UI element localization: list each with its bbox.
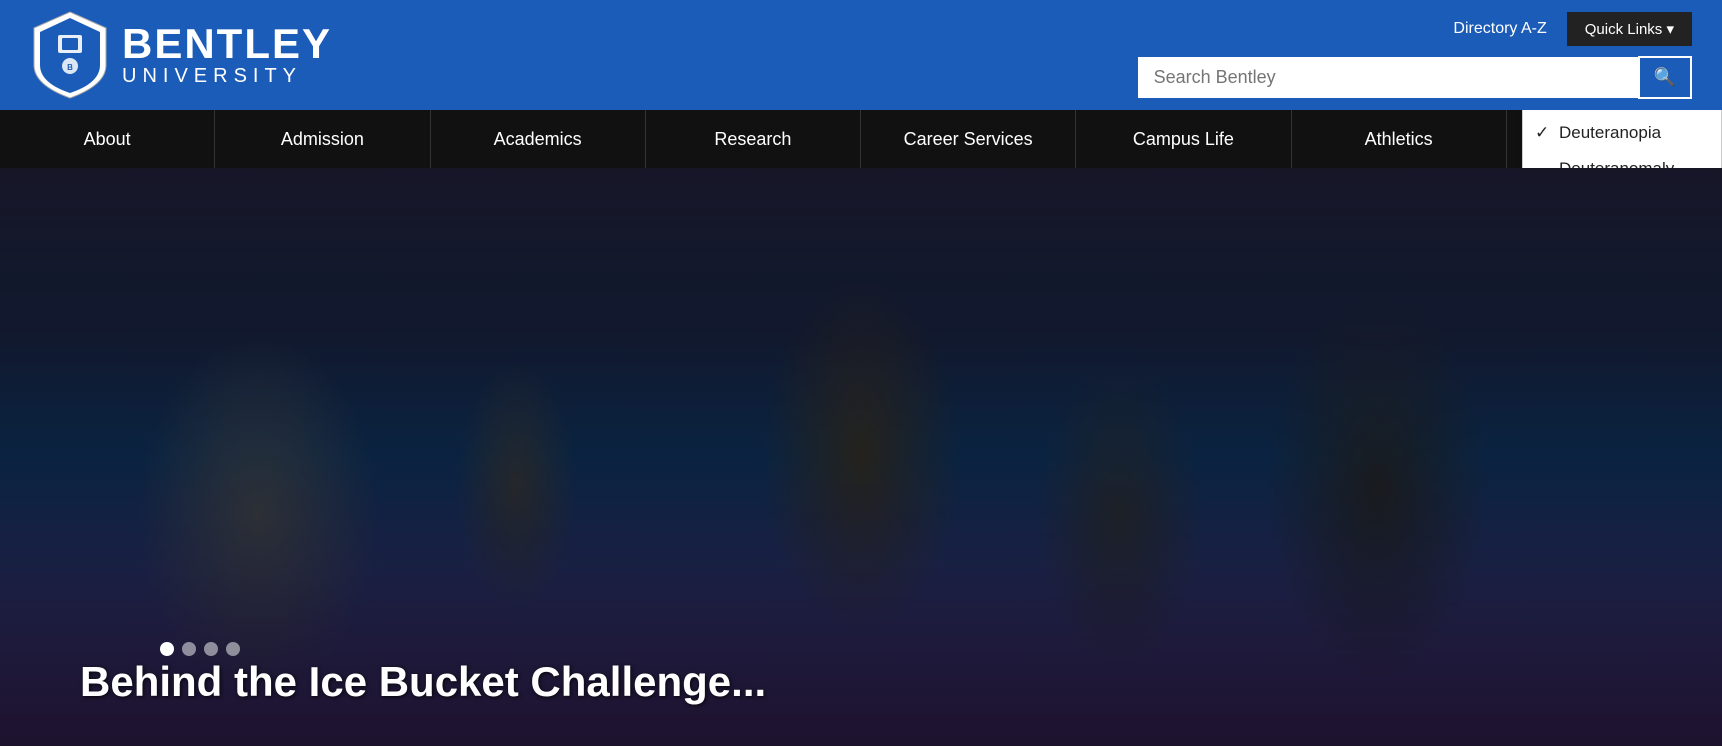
nav-item-campus-life[interactable]: Campus Life: [1076, 110, 1291, 168]
top-links: Directory A-Z Quick Links ▾: [1453, 12, 1692, 46]
university-name: BENTLEY UNIVERSITY: [122, 23, 332, 88]
nav-item-about[interactable]: About: [0, 110, 215, 168]
nav-item-research[interactable]: Research: [646, 110, 861, 168]
bentley-shield-logo: B: [30, 10, 110, 100]
search-button[interactable]: 🔍: [1638, 56, 1692, 99]
slide-indicators: [160, 642, 240, 656]
hero-title: Behind the Ice Bucket Challenge...: [80, 658, 766, 706]
accessibility-option-deuteranopia[interactable]: Deuteranopia: [1523, 115, 1721, 151]
hero-section: Behind the Ice Bucket Challenge...: [0, 168, 1722, 746]
search-area: 🔍: [1138, 56, 1692, 99]
slide-dot-0[interactable]: [160, 642, 174, 656]
quick-links-button[interactable]: Quick Links ▾: [1567, 12, 1692, 46]
nav-item-career-services[interactable]: Career Services: [861, 110, 1076, 168]
slide-dot-1[interactable]: [182, 642, 196, 656]
svg-text:B: B: [67, 63, 73, 72]
header-right: Directory A-Z Quick Links ▾ 🔍: [1138, 12, 1692, 99]
bentley-label: BENTLEY: [122, 23, 332, 65]
slide-dot-2[interactable]: [204, 642, 218, 656]
university-label: UNIVERSITY: [122, 65, 332, 88]
hero-caption: Behind the Ice Bucket Challenge...: [80, 628, 766, 706]
logo-area[interactable]: B BENTLEY UNIVERSITY: [30, 10, 332, 100]
nav-item-admission[interactable]: Admission: [215, 110, 430, 168]
directory-link[interactable]: Directory A-Z: [1453, 20, 1546, 38]
search-input[interactable]: [1138, 57, 1638, 98]
slide-dot-3[interactable]: [226, 642, 240, 656]
top-bar: B BENTLEY UNIVERSITY Directory A-Z Quick…: [0, 0, 1722, 110]
nav-item-academics[interactable]: Academics: [431, 110, 646, 168]
